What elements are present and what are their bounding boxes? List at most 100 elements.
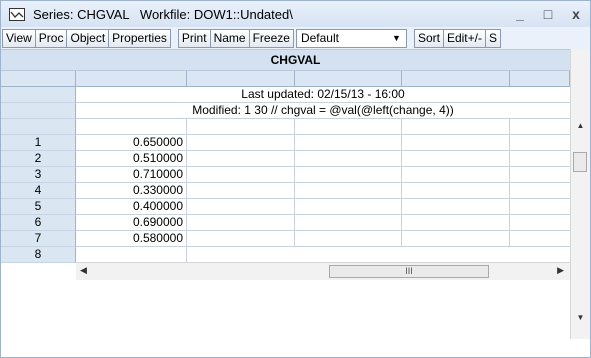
table-cell[interactable] — [76, 119, 187, 135]
table-cell[interactable] — [402, 215, 510, 231]
table-cell[interactable] — [510, 183, 570, 199]
close-button[interactable]: x — [568, 5, 584, 23]
table-row: 3 0.710000 — [1, 167, 570, 183]
row-header[interactable]: 4 — [1, 183, 76, 199]
column-header[interactable] — [402, 71, 510, 87]
table-row: 5 0.400000 — [1, 199, 570, 215]
last-updated-text: Last updated: 02/15/13 - 16:00 — [76, 87, 570, 103]
view-button[interactable]: View — [2, 28, 36, 48]
column-header[interactable] — [187, 71, 295, 87]
table-cell[interactable] — [510, 167, 570, 183]
column-header-row — [1, 71, 570, 87]
table-cell[interactable] — [187, 183, 295, 199]
value-cell[interactable]: 0.510000 — [76, 151, 187, 167]
table-cell[interactable] — [402, 183, 510, 199]
value-cell[interactable]: 0.710000 — [76, 167, 187, 183]
title-bar[interactable]: Series: CHGVAL Workfile: DOW1::Undated\ … — [1, 1, 590, 27]
name-button[interactable]: Name — [210, 28, 250, 48]
table-cell[interactable] — [402, 135, 510, 151]
row-header[interactable]: 7 — [1, 231, 76, 247]
horizontal-scrollbar[interactable]: ◀ III ▶ — [76, 262, 570, 280]
window-title: Series: CHGVAL Workfile: DOW1::Undated\ — [33, 6, 293, 22]
table-cell[interactable] — [295, 167, 402, 183]
vertical-scroll-thumb[interactable] — [573, 152, 587, 172]
value-cell[interactable]: 0.580000 — [76, 231, 187, 247]
value-cell[interactable]: 0.690000 — [76, 215, 187, 231]
scroll-up-arrow-icon[interactable]: ▲ — [571, 119, 590, 133]
table-row: 4 0.330000 — [1, 183, 570, 199]
value-cell[interactable]: 0.400000 — [76, 199, 187, 215]
table-cell[interactable] — [187, 231, 295, 247]
table-cell[interactable] — [187, 119, 295, 135]
table-cell[interactable] — [402, 119, 510, 135]
edit-toggle-button[interactable]: Edit+/- — [443, 28, 486, 48]
value-cell[interactable]: 0.330000 — [76, 183, 187, 199]
spreadsheet-grid[interactable]: Last updated: 02/15/13 - 16:00 Modified:… — [1, 71, 590, 357]
row-header[interactable]: 1 — [1, 135, 76, 151]
row-header[interactable] — [1, 119, 76, 135]
row-header[interactable] — [1, 87, 76, 103]
table-cell[interactable] — [295, 135, 402, 151]
table-cell[interactable] — [510, 215, 570, 231]
table-cell[interactable] — [295, 231, 402, 247]
row-header[interactable]: 6 — [1, 215, 76, 231]
series-window: Series: CHGVAL Workfile: DOW1::Undated\ … — [0, 0, 591, 358]
sort-button[interactable]: Sort — [413, 28, 444, 48]
column-header[interactable] — [510, 71, 570, 87]
horizontal-scroll-thumb[interactable]: III — [329, 265, 489, 278]
table-cell[interactable] — [402, 199, 510, 215]
proc-button[interactable]: Proc — [35, 28, 68, 48]
table-row: 6 0.690000 — [1, 215, 570, 231]
value-cell[interactable]: 0.650000 — [76, 135, 187, 151]
grip-icon: III — [405, 266, 413, 276]
row-header[interactable] — [1, 103, 76, 119]
table-cell[interactable] — [187, 199, 295, 215]
table-cell[interactable] — [510, 119, 570, 135]
table-cell[interactable] — [402, 151, 510, 167]
table-cell[interactable] — [510, 199, 570, 215]
table-cell[interactable] — [187, 215, 295, 231]
row-header[interactable]: 2 — [1, 151, 76, 167]
scroll-left-arrow-icon[interactable]: ◀ — [80, 265, 87, 276]
table-cell[interactable] — [402, 231, 510, 247]
row-header[interactable]: 8 — [1, 247, 76, 263]
table-cell[interactable] — [510, 135, 570, 151]
maximize-button[interactable]: □ — [540, 5, 556, 23]
print-button[interactable]: Print — [177, 28, 211, 48]
table-cell[interactable] — [187, 151, 295, 167]
value-cell[interactable] — [76, 247, 187, 263]
table-row: 8 — [1, 247, 570, 263]
table-cell[interactable] — [187, 135, 295, 151]
table-cell[interactable] — [295, 215, 402, 231]
smpl-button[interactable]: S — [485, 28, 501, 48]
table-row: 7 0.580000 — [1, 231, 570, 247]
minimize-button[interactable]: _ — [512, 5, 528, 23]
table-cell[interactable] — [402, 167, 510, 183]
table-cell[interactable] — [510, 231, 570, 247]
table-cell[interactable] — [295, 199, 402, 215]
series-chart-icon — [9, 7, 25, 21]
column-header[interactable] — [295, 71, 402, 87]
modified-text: Modified: 1 30 // chgval = @val(@left(ch… — [76, 103, 570, 119]
row-header[interactable]: 5 — [1, 199, 76, 215]
table-cell[interactable] — [187, 167, 295, 183]
scroll-right-arrow-icon[interactable]: ▶ — [557, 265, 564, 276]
toolbar: View Proc Object Properties Print Name F… — [1, 27, 590, 49]
corner-cell[interactable] — [1, 71, 76, 87]
freeze-button[interactable]: Freeze — [249, 28, 294, 48]
info-row: Last updated: 02/15/13 - 16:00 — [1, 87, 570, 103]
display-format-dropdown[interactable]: Default ▼ — [295, 28, 407, 48]
object-button[interactable]: Object — [67, 28, 110, 48]
info-row: Modified: 1 30 // chgval = @val(@left(ch… — [1, 103, 570, 119]
table-cell[interactable] — [295, 183, 402, 199]
table-cell[interactable] — [295, 151, 402, 167]
row-header[interactable]: 3 — [1, 167, 76, 183]
vertical-scrollbar[interactable]: ▲ ▼ — [570, 49, 590, 339]
scroll-down-arrow-icon[interactable]: ▼ — [571, 311, 590, 325]
column-header[interactable] — [76, 71, 187, 87]
table-row: 2 0.510000 — [1, 151, 570, 167]
table-cell[interactable] — [510, 151, 570, 167]
dropdown-arrow-icon: ▼ — [392, 32, 401, 43]
table-cell[interactable] — [295, 119, 402, 135]
properties-button[interactable]: Properties — [109, 28, 171, 48]
